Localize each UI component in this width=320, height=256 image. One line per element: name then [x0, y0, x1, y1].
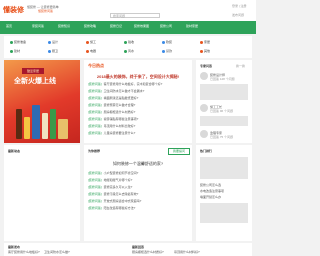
- category-item[interactable]: 贷款: [162, 49, 172, 53]
- list-item[interactable]: [装修问答] 墙面刷漆还是贴壁纸更好?: [88, 96, 138, 100]
- experts-title: 专家问答: [200, 64, 213, 68]
- list-item[interactable]: [装修问答] 阳台改造有哪些好方法?: [88, 206, 135, 210]
- banner-badge: 酷爱家居: [22, 68, 44, 74]
- latest-panel: 最新动态: [4, 145, 80, 241]
- category-item[interactable]: 建材: [10, 49, 20, 53]
- category-item[interactable]: 设计: [48, 40, 58, 44]
- category-dot-icon: [124, 40, 127, 44]
- category-dot-icon: [162, 49, 165, 53]
- category-dot-icon: [86, 40, 89, 44]
- category-dot-icon: [48, 49, 51, 53]
- main-nav: 首页 家装问答 装修知识 装修攻略 装修日记 装修效果图 装修公司 建材家居: [0, 21, 256, 34]
- post-question-link[interactable]: 发布问题: [232, 13, 244, 17]
- list-item[interactable]: [装修问答] 装修污染怎么去除最有效?: [88, 192, 138, 196]
- expert-desc: 已回答 75 个问题: [210, 135, 234, 139]
- nav-item-photos[interactable]: 装修效果图: [134, 24, 149, 28]
- avatar[interactable]: [200, 72, 208, 80]
- expert-thumbnail[interactable]: [200, 84, 248, 100]
- list-item[interactable]: [装修问答] 厨房橱柜选什么材质好?: [88, 110, 135, 114]
- avatar[interactable]: [200, 130, 208, 138]
- product-bottle-icon: [42, 113, 48, 139]
- list-item[interactable]: [装修问答] 开放式厨房适合中式家庭吗?: [88, 199, 141, 203]
- site-section-name: 懂装修问答: [38, 9, 54, 13]
- bottom-right-title: 最新回答: [132, 245, 145, 249]
- promo-banner[interactable]: 酷爱家居 全新火爆上线: [4, 60, 80, 143]
- ask-question-button[interactable]: 我要提问: [168, 148, 190, 155]
- category-dot-icon: [200, 40, 203, 44]
- expert-desc: 已回答 96 个问题: [210, 109, 234, 113]
- list-item[interactable]: [装修问答] 儿童房装修要注意什么?: [88, 131, 135, 135]
- ranking-item[interactable]: 水电改造注意事项: [200, 189, 224, 193]
- list-item[interactable]: [装修问答] 小户型装修如何节省空间?: [88, 171, 138, 175]
- category-dot-icon: [200, 49, 203, 53]
- ranking-item[interactable]: 墙面开裂怎么办: [200, 195, 221, 199]
- recommend-title: 为你推荐: [88, 149, 101, 153]
- expert-thumbnail[interactable]: [200, 116, 248, 126]
- list-item[interactable]: [装修问答] 吊顶用什么材料比较好?: [88, 124, 135, 128]
- category-panel: 装修准备 设计 施工 验收 软装 家居 建材 厨卫 电器 风水 贷款 其他: [4, 36, 252, 58]
- bottom-left-title: 最新发布: [8, 245, 21, 249]
- category-item[interactable]: 施工: [86, 40, 96, 44]
- product-bottle-icon: [24, 117, 30, 139]
- bottom-lists: 最新发布 客厅装修用什么地板好? 卫生间防水怎么做? 最新回答 厨房橱柜选什么材…: [4, 243, 252, 256]
- nav-item-companies[interactable]: 装修公司: [160, 24, 172, 28]
- featured-question[interactable]: 如何装修一个温馨舒适的家?: [84, 161, 192, 167]
- category-dot-icon: [10, 49, 13, 53]
- product-bottle-icon: [32, 105, 40, 139]
- category-dot-icon: [162, 40, 165, 44]
- category-item[interactable]: 风水: [124, 49, 134, 53]
- category-dot-icon: [86, 49, 89, 53]
- nav-item-qa[interactable]: 家装问答: [32, 24, 44, 28]
- nav-item-materials[interactable]: 建材家居: [186, 24, 198, 28]
- nav-item-home[interactable]: 首页: [6, 24, 12, 28]
- login-register-link[interactable]: 登录 | 注册: [232, 4, 246, 8]
- category-dot-icon: [10, 40, 13, 44]
- nav-item-knowledge[interactable]: 装修知识: [58, 24, 70, 28]
- today-hot-label: 今日热点: [88, 63, 104, 68]
- today-hot-panel: 今日热点 2018最火的装饰，终于来了，空间设计大揭秘! [装修问答] 客厅装修用…: [84, 60, 192, 143]
- list-item[interactable]: [装修问答] 装修完多久可以入住?: [88, 185, 132, 189]
- category-dot-icon: [48, 40, 51, 44]
- ranking-panel: 热门排行 装修公司怎么选 水电改造注意事项 墙面开裂怎么办: [196, 145, 252, 241]
- list-item[interactable]: [装修问答] 客厅装修用什么地板好，实木和复合哪个好?: [88, 82, 162, 86]
- ranking-title: 热门排行: [200, 149, 213, 153]
- category-item[interactable]: 家居: [200, 40, 210, 44]
- product-bottle-icon: [58, 119, 68, 139]
- refresh-link[interactable]: 换一换: [236, 64, 245, 68]
- list-item[interactable]: [装修问答] 装修预算怎么做才合理?: [88, 103, 135, 107]
- category-item[interactable]: 厨卫: [48, 49, 58, 53]
- category-item[interactable]: 验收: [124, 40, 134, 44]
- list-item[interactable]: 厨房橱柜选什么材质好?: [132, 250, 164, 254]
- list-item[interactable]: [装修问答] 地暖和暖气片哪个好?: [88, 178, 132, 182]
- banner-title: 全新火爆上线: [14, 77, 56, 85]
- avatar[interactable]: [200, 104, 208, 112]
- category-dot-icon: [124, 49, 127, 53]
- ranking-item[interactable]: 装修公司怎么选: [200, 183, 221, 187]
- today-headline[interactable]: 2018最火的装饰，终于来了，空间设计大揭秘!: [84, 74, 192, 80]
- recommend-panel: 为你推荐 我要提问 如何装修一个温馨舒适的家? [装修问答] 小户型装修如何节省空…: [84, 145, 192, 241]
- search-input[interactable]: 搜索问题: [110, 13, 160, 18]
- expert-desc: 已回答 128 个问题: [210, 77, 235, 81]
- list-item[interactable]: [装修问答] 瓷砖铺贴有哪些注意事项?: [88, 117, 138, 121]
- top-header: 懂装修 懂装修 — 让装修更简单 懂装修问答 搜索问题 登录 | 注册 发布问题: [0, 0, 256, 21]
- latest-title: 最新动态: [8, 149, 21, 153]
- product-bottle-icon: [50, 109, 56, 139]
- category-item[interactable]: 软装: [162, 40, 172, 44]
- ranking-thumbnail[interactable]: [200, 203, 248, 223]
- product-bottle-icon: [16, 109, 22, 139]
- nav-item-guide[interactable]: 装修攻略: [84, 24, 96, 28]
- list-item[interactable]: 客厅装修用什么地板好?: [8, 250, 40, 254]
- category-item[interactable]: 装修准备: [10, 40, 26, 44]
- nav-item-diary[interactable]: 装修日记: [110, 24, 122, 28]
- category-item[interactable]: 电器: [86, 49, 96, 53]
- list-item[interactable]: 吊顶用什么材料好?: [174, 250, 200, 254]
- list-item[interactable]: [装修问答] 卫生间防水怎么做才不会漏水?: [88, 89, 144, 93]
- category-item[interactable]: 其他: [200, 49, 210, 53]
- experts-panel: 专家问答 换一换 装修设计师 已回答 128 个问题 施工工长 已回答 96 个…: [196, 60, 252, 143]
- ranking-thumbnail[interactable]: [200, 157, 248, 179]
- today-hot-header: 今日热点: [84, 60, 192, 69]
- site-logo[interactable]: 懂装修: [3, 5, 24, 15]
- list-item[interactable]: 卫生间防水怎么做?: [44, 250, 70, 254]
